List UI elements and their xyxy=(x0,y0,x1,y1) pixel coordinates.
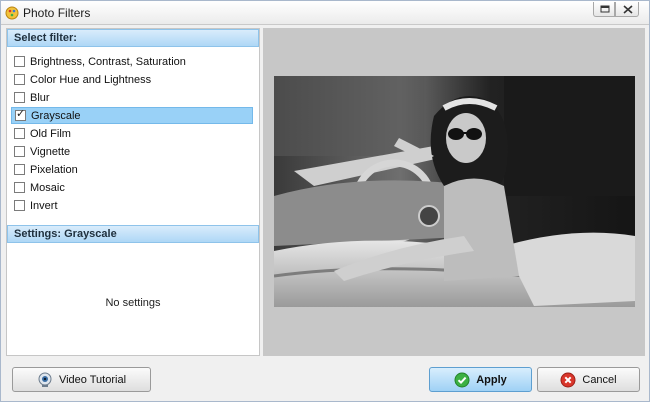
check-circle-icon xyxy=(454,372,470,387)
filter-checkbox[interactable] xyxy=(14,92,25,103)
filter-item-mosaic[interactable]: Mosaic xyxy=(11,179,253,196)
checkmark-icon: ✓ xyxy=(16,108,26,120)
filter-checkbox[interactable] xyxy=(14,128,25,139)
filter-item-color-hue[interactable]: Color Hue and Lightness xyxy=(11,71,253,88)
photo-filters-window: Photo Filters Select filter: Brightness,… xyxy=(0,0,650,402)
webcam-icon xyxy=(38,372,52,387)
cancel-label: Cancel xyxy=(582,373,617,386)
filter-checkbox[interactable] xyxy=(14,200,25,211)
filter-checkbox[interactable] xyxy=(14,164,25,175)
filter-checkbox[interactable]: ✓ xyxy=(15,108,26,121)
filter-checkbox[interactable] xyxy=(14,182,25,193)
filter-checkbox[interactable] xyxy=(14,74,25,85)
filter-item-vignette[interactable]: Vignette xyxy=(11,143,253,160)
filter-label: Blur xyxy=(30,91,50,104)
maximize-button[interactable] xyxy=(593,2,615,17)
apply-label: Apply xyxy=(476,373,507,386)
filter-item-blur[interactable]: Blur xyxy=(11,89,253,106)
video-tutorial-button[interactable]: Video Tutorial xyxy=(12,367,151,392)
apply-button[interactable]: Apply xyxy=(429,367,532,392)
filter-label: Brightness, Contrast, Saturation xyxy=(30,55,186,68)
title-bar: Photo Filters xyxy=(1,1,649,25)
preview-photo xyxy=(274,76,635,307)
filter-label: Mosaic xyxy=(30,181,65,194)
cancel-button[interactable]: Cancel xyxy=(537,367,640,392)
x-circle-icon xyxy=(560,372,576,387)
palette-icon xyxy=(5,6,19,20)
filter-item-invert[interactable]: Invert xyxy=(11,197,253,214)
filter-label: Invert xyxy=(30,199,58,212)
close-button[interactable] xyxy=(615,2,639,17)
filter-label: Pixelation xyxy=(30,163,78,176)
settings-header: Settings: Grayscale xyxy=(7,225,259,243)
filter-item-brightness[interactable]: Brightness, Contrast, Saturation xyxy=(11,53,253,70)
close-icon xyxy=(623,5,633,14)
preview-area xyxy=(263,28,645,356)
maximize-icon xyxy=(600,5,610,13)
grayscale-photo-image xyxy=(274,76,635,307)
filter-label: Grayscale xyxy=(31,109,81,122)
filter-checkbox[interactable] xyxy=(14,146,25,157)
filter-item-old-film[interactable]: Old Film xyxy=(11,125,253,142)
filter-label: Vignette xyxy=(30,145,71,158)
filter-label: Old Film xyxy=(30,127,71,140)
window-title: Photo Filters xyxy=(23,6,91,20)
video-tutorial-label: Video Tutorial xyxy=(58,373,127,386)
select-filter-header: Select filter: xyxy=(7,29,259,47)
filter-checkbox[interactable] xyxy=(14,56,25,67)
no-settings-message: No settings xyxy=(105,297,161,309)
filter-item-grayscale[interactable]: ✓ Grayscale xyxy=(11,107,253,124)
filter-label: Color Hue and Lightness xyxy=(30,73,152,86)
filter-item-pixelation[interactable]: Pixelation xyxy=(11,161,253,178)
filter-panel: Select filter: Brightness, Contrast, Sat… xyxy=(6,28,260,356)
